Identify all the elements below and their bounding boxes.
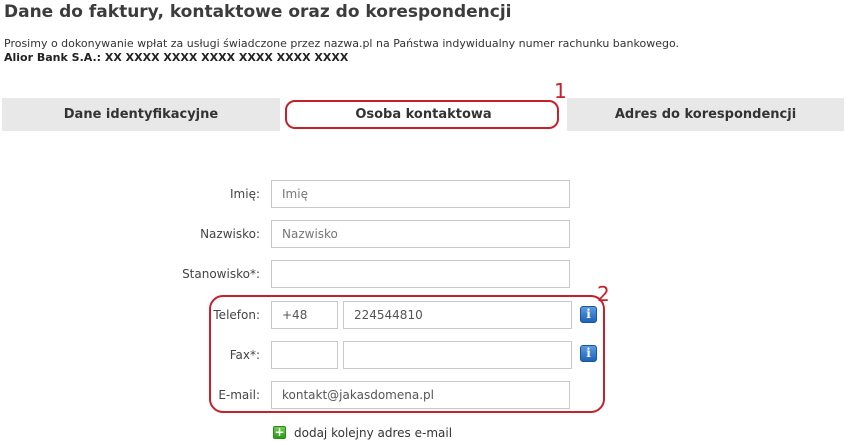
phone-number-input[interactable] bbox=[343, 301, 572, 329]
email-label: E-mail: bbox=[218, 388, 260, 402]
tab-correspondence-address[interactable]: Adres do korespondencji bbox=[567, 98, 844, 131]
payment-info-text: Prosimy o dokonywanie wpłat za usługi św… bbox=[4, 37, 679, 50]
annotation-marker-2: 2 bbox=[597, 282, 610, 306]
fax-label: Fax*: bbox=[229, 348, 260, 362]
last-name-label: Nazwisko: bbox=[200, 227, 260, 241]
position-label: Stanowisko*: bbox=[182, 267, 260, 281]
plus-icon: + bbox=[273, 425, 286, 439]
phone-label: Telefon: bbox=[213, 308, 260, 322]
tab-bar: Dane identyfikacyjne Osoba kontaktowa Ad… bbox=[2, 98, 844, 131]
add-email-label: dodaj kolejny adres e-mail bbox=[294, 426, 453, 440]
last-name-input[interactable] bbox=[271, 220, 570, 248]
phone-info-icon[interactable]: i bbox=[580, 306, 597, 323]
first-name-input[interactable] bbox=[271, 180, 570, 208]
bank-account-text: Alior Bank S.A.: XX XXXX XXXX XXXX XXXX … bbox=[4, 51, 349, 64]
page-title: Dane do faktury, kontaktowe oraz do kore… bbox=[4, 2, 512, 22]
fax-prefix-input[interactable] bbox=[271, 341, 338, 369]
annotation-marker-1: 1 bbox=[554, 79, 567, 103]
phone-prefix-input[interactable] bbox=[271, 301, 338, 329]
tab-contact-person[interactable]: Osoba kontaktowa bbox=[280, 98, 567, 131]
first-name-label: Imię: bbox=[230, 187, 260, 201]
fax-info-icon[interactable]: i bbox=[580, 345, 597, 362]
email-input[interactable] bbox=[271, 381, 570, 409]
position-input[interactable] bbox=[271, 260, 570, 288]
tab-identification-data[interactable]: Dane identyfikacyjne bbox=[2, 98, 280, 131]
fax-number-input[interactable] bbox=[343, 341, 572, 369]
